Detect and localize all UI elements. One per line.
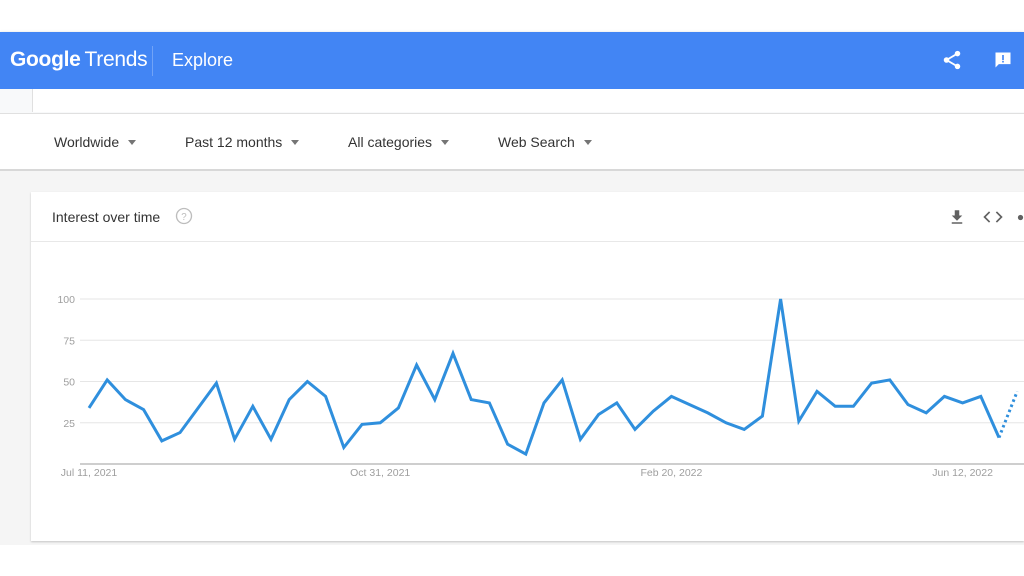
feedback-icon[interactable] bbox=[993, 50, 1013, 70]
filter-time-range-label: Past 12 months bbox=[185, 134, 283, 150]
filter-location-label: Worldwide bbox=[54, 134, 120, 150]
chevron-down-icon bbox=[291, 139, 300, 145]
filter-category[interactable]: All categories bbox=[348, 134, 450, 150]
help-icon[interactable]: ? bbox=[175, 207, 193, 225]
compare-term-box[interactable] bbox=[543, 89, 1024, 112]
card-title: Interest over time bbox=[52, 209, 161, 225]
section-title: Explore bbox=[172, 50, 234, 70]
search-terms-strip bbox=[0, 89, 1024, 114]
filter-bar: Worldwide Past 12 months All categories … bbox=[0, 114, 1024, 171]
more-icon[interactable] bbox=[1017, 214, 1024, 221]
filter-time-range[interactable]: Past 12 months bbox=[185, 134, 300, 150]
logo-google-text: Google bbox=[10, 48, 81, 71]
download-icon[interactable] bbox=[948, 208, 966, 226]
filter-search-type[interactable]: Web Search bbox=[498, 134, 592, 150]
interest-over-time-card: Interest over time ? bbox=[31, 192, 1024, 541]
google-trends-logo[interactable]: Google Trends bbox=[10, 48, 148, 72]
chevron-down-icon bbox=[583, 139, 592, 145]
card-header: Interest over time ? bbox=[31, 192, 1024, 242]
chevron-down-icon bbox=[441, 139, 450, 145]
filter-category-label: All categories bbox=[348, 134, 433, 150]
svg-text:?: ? bbox=[181, 212, 187, 223]
logo-trends-text: Trends bbox=[84, 48, 148, 71]
header-divider bbox=[152, 46, 153, 76]
filter-search-type-label: Web Search bbox=[498, 134, 575, 150]
search-term-box[interactable] bbox=[32, 89, 544, 112]
filter-location[interactable]: Worldwide bbox=[54, 134, 137, 150]
embed-icon[interactable] bbox=[982, 208, 1004, 226]
chevron-down-icon bbox=[128, 139, 137, 145]
share-icon[interactable] bbox=[941, 49, 963, 71]
top-app-bar: Google Trends Explore bbox=[0, 32, 1024, 89]
